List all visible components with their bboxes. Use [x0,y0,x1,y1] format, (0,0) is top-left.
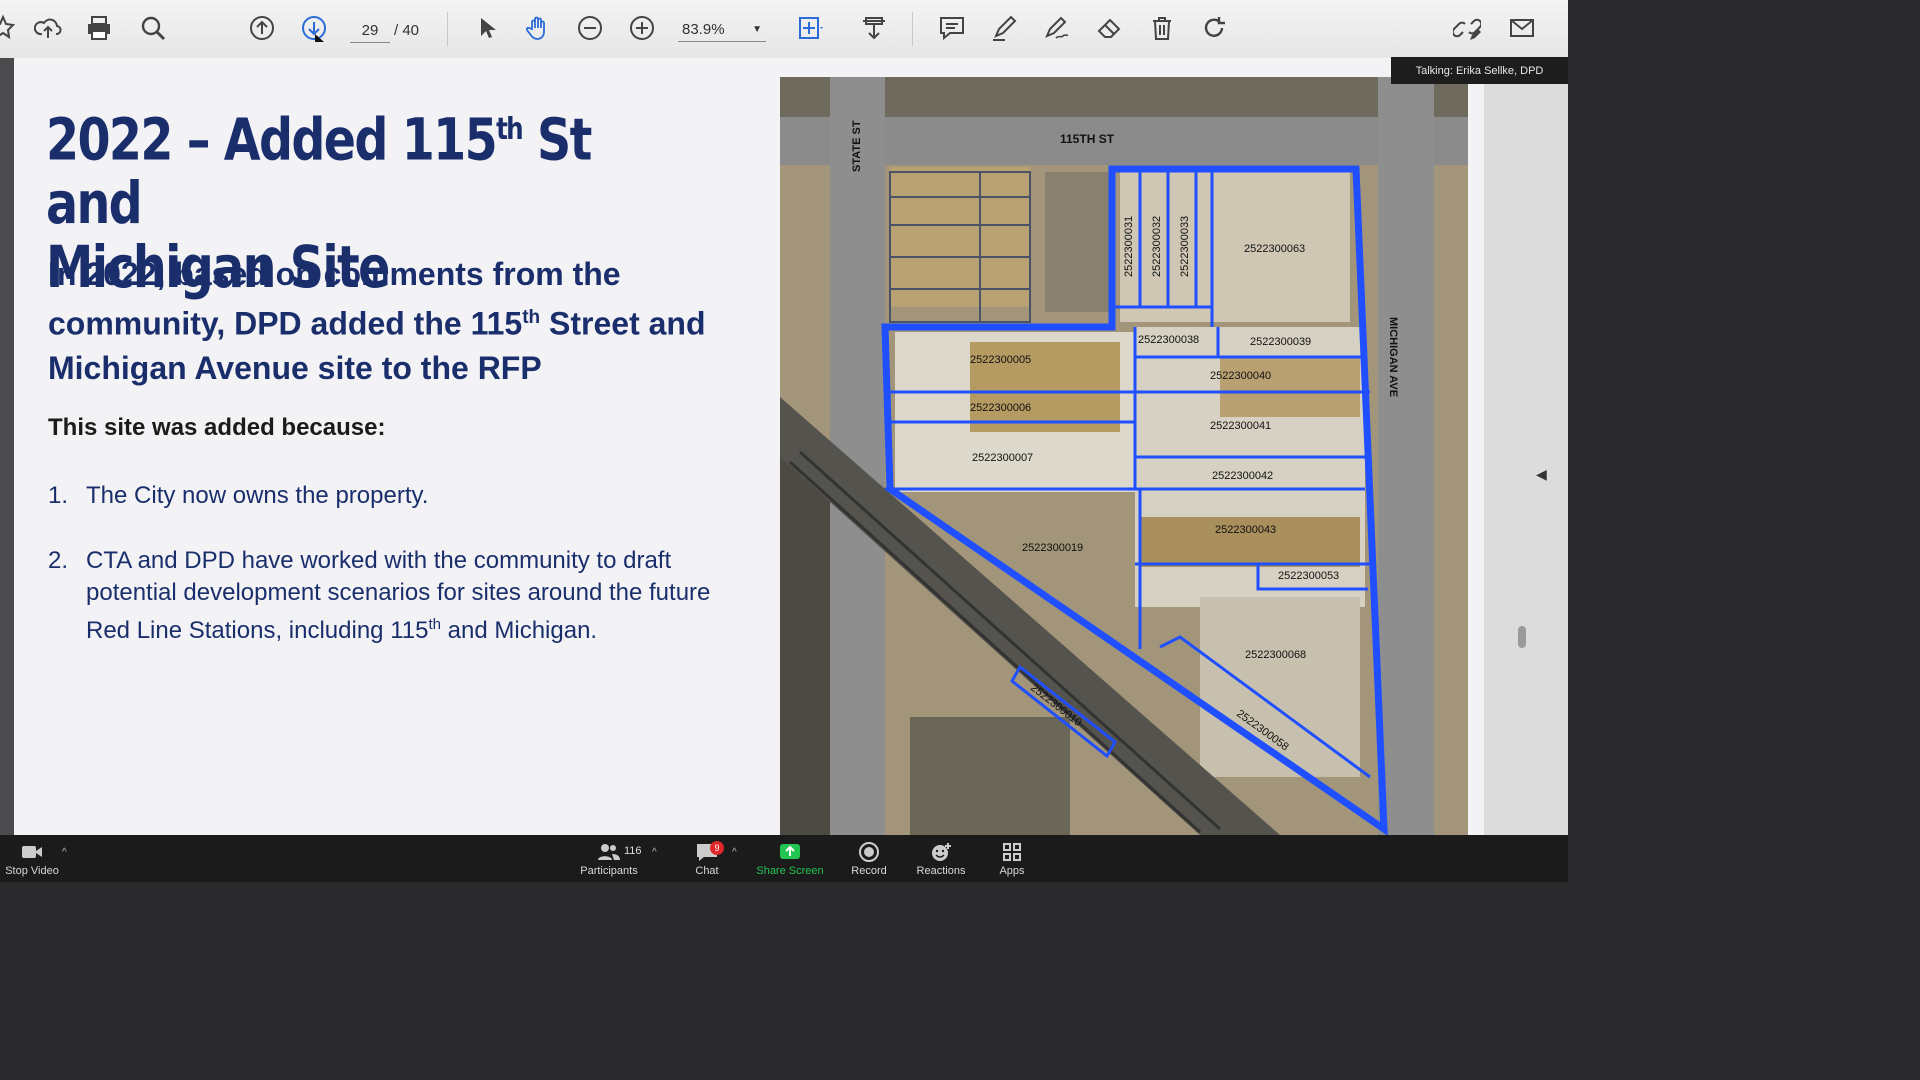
scrollbar-thumb[interactable] [1518,626,1526,648]
hand-tool-icon[interactable] [521,10,555,46]
fit-page-icon[interactable] [793,10,827,46]
select-cursor-icon[interactable] [469,10,503,46]
record-button[interactable]: Record [848,835,890,882]
slide-page: 2022 – Added 115th St and Michigan Site … [14,58,1484,835]
share-screen-icon [780,843,800,859]
toolbar-divider [447,12,448,46]
rotate-icon[interactable] [1197,10,1231,46]
reason-item-2: 2. CTA and DPD have worked with the comm… [48,547,711,644]
zoom-in-icon[interactable] [625,10,659,46]
apps-icon [1003,842,1021,861]
parcel-label: 2522300019 [1022,542,1083,554]
parcel-label: 2522300043 [1215,524,1276,536]
apps-button[interactable]: Apps [996,835,1028,882]
upload-cloud-icon[interactable] [31,10,65,46]
comment-icon[interactable] [935,10,969,46]
parcel-label: 2522300040 [1210,370,1271,382]
stop-video-button[interactable]: Stop Video [4,835,60,882]
meeting-controls-bar: Stop Video ^ Participants 116 ^ Chat 9 ^… [0,835,1568,882]
parcel-label: 2522300038 [1138,334,1199,346]
chevron-up-icon[interactable]: ^ [732,847,737,858]
draw-pen-icon[interactable] [1039,10,1073,46]
participants-count: 116 [624,845,642,857]
parcel-label: 2522300053 [1278,570,1339,582]
participants-icon [598,843,620,860]
chat-unread-badge: 9 [710,841,724,855]
parcel-label: 2522300007 [972,452,1033,464]
zoom-level-value: 83.9% [682,21,725,38]
toolbar-divider [912,12,913,46]
parcel-label: 2522300068 [1245,649,1306,661]
pdf-toolbar: 29 / 40 83.9% ▼ [0,0,1568,59]
page-number-input[interactable]: 29 [350,18,390,43]
link-edit-icon[interactable] [1450,10,1484,46]
parcel-label: 2522300063 [1244,243,1305,255]
parcel-label: 2522300031 [1123,216,1135,277]
previous-page-icon[interactable] [245,10,279,46]
street-label-state: STATE ST [851,120,863,172]
eraser-icon[interactable] [1092,10,1126,46]
zoom-out-icon[interactable] [573,10,607,46]
street-label-115th: 115TH ST [1060,132,1115,146]
zoom-level-select[interactable]: 83.9% ▼ [678,18,766,42]
aerial-parcel-map: 115TH ST STATE ST MICHIGAN AVE 252230003… [780,77,1468,835]
participants-button[interactable]: Participants [578,835,640,882]
video-camera-icon [22,845,42,858]
parcel-label: 2522300033 [1179,216,1191,277]
parcel-label: 2522300005 [970,354,1031,366]
highlight-pen-icon[interactable] [987,10,1021,46]
scroll-mode-icon[interactable] [857,10,891,46]
record-icon [859,841,879,862]
mail-icon[interactable] [1505,10,1539,46]
smiley-icon [932,842,951,861]
reasons-heading: This site was added because: [48,414,386,441]
parcel-label: 2522300039 [1250,336,1311,348]
reactions-button[interactable]: Reactions [914,835,968,882]
search-icon[interactable] [136,10,170,46]
talking-indicator: Talking: Erika Sellke, DPD [1391,57,1568,84]
parcel-label: 2522300006 [970,402,1031,414]
collapse-panel-icon[interactable]: ◀ [1536,466,1547,483]
reason-item-1: 1. The City now owns the property. [48,482,429,509]
chevron-up-icon[interactable]: ^ [62,847,67,858]
street-michigan [1378,77,1434,835]
parcel-label: 2522300041 [1210,420,1271,432]
share-screen-button[interactable]: Share Screen [756,835,824,882]
parcel-label: 2522300032 [1151,216,1163,277]
trash-icon[interactable] [1145,10,1179,46]
print-icon[interactable] [82,10,116,46]
chevron-up-icon[interactable]: ^ [652,847,657,858]
street-label-michigan: MICHIGAN AVE [1387,317,1399,397]
parcel-label: 2522300042 [1212,470,1273,482]
chevron-down-icon: ▼ [752,24,762,35]
slide-subtitle: In 2022, based on comments from the comm… [48,256,706,386]
star-icon[interactable] [0,10,20,46]
page-total: / 40 [394,22,420,39]
next-page-icon[interactable] [297,10,331,46]
side-panel [1484,58,1568,835]
